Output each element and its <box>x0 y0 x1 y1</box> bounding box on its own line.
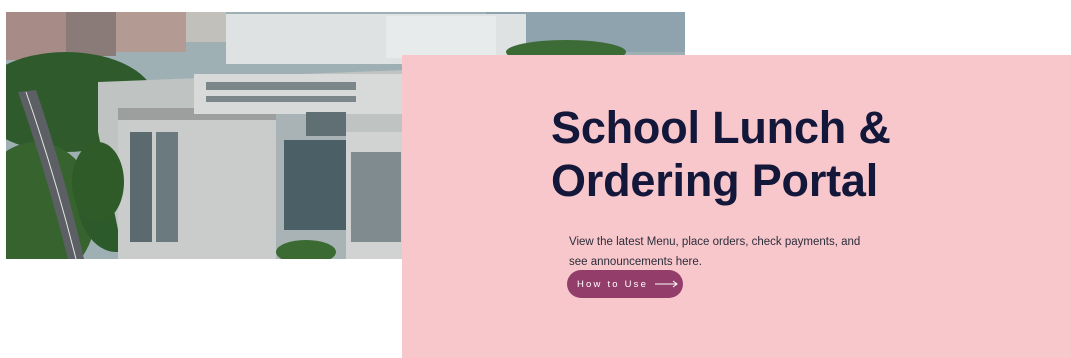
how-to-use-label: How to Use <box>577 278 649 290</box>
hero-description: View the latest Menu, place orders, chec… <box>569 235 861 269</box>
how-to-use-button[interactable]: How to Use <box>567 270 683 298</box>
title-line-1: School Lunch & <box>551 102 891 153</box>
title-line-2: Ordering Portal <box>551 155 879 206</box>
page-title: School Lunch & Ordering Portal <box>551 101 971 207</box>
arrow-right-icon <box>655 280 679 288</box>
hero-panel: School Lunch & Ordering Portal View the … <box>402 55 1071 358</box>
